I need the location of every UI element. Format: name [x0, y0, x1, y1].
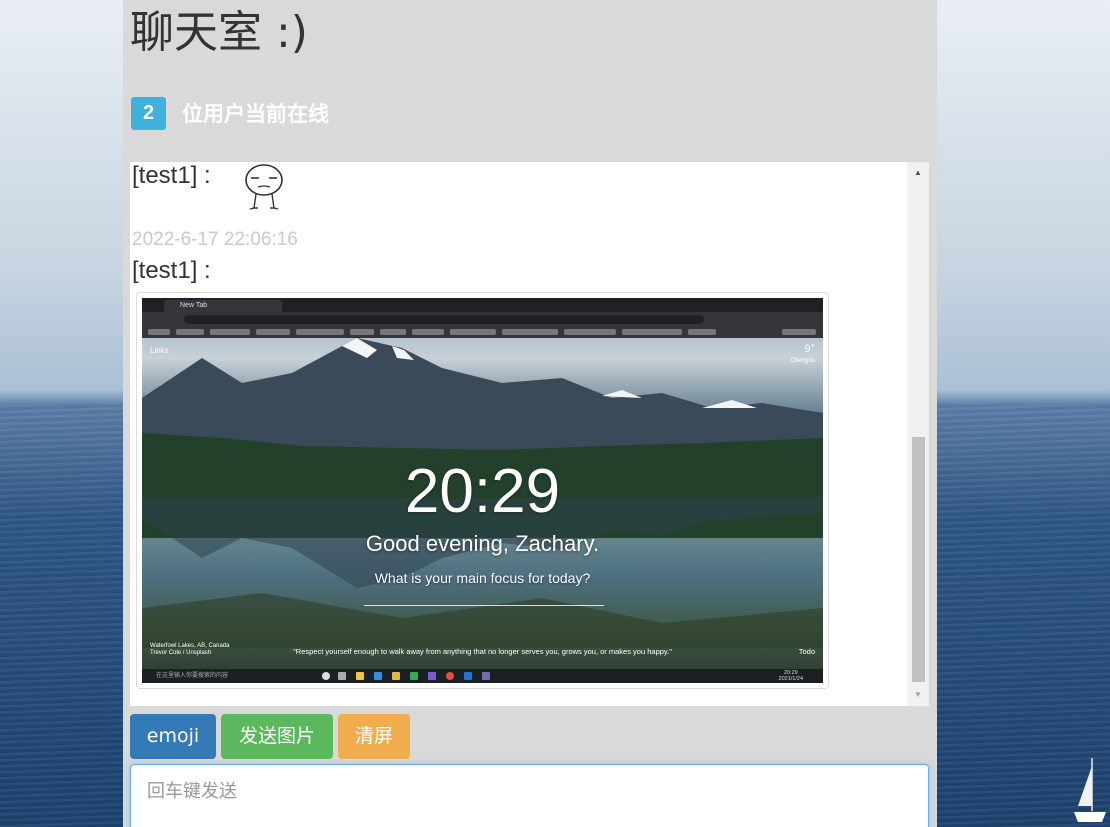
image-attachment[interactable]: New Tab Links 9° Chengdu 20:29 Good even… [136, 292, 829, 689]
face-emoji-icon [245, 164, 283, 210]
screenshot-image: New Tab Links 9° Chengdu 20:29 Good even… [142, 298, 823, 683]
message-username: [test1] : [132, 257, 211, 284]
taskbar-clock: 20:29 2021/1/24 [779, 670, 803, 682]
send-image-button[interactable]: 发送图片 [221, 714, 333, 759]
taskbar-search: 在这里输入你要搜索的内容 [156, 673, 229, 679]
browser-bookmarks-bar [142, 326, 823, 338]
chat-panel: 聊天室 :) 2 位用户当前在线 [test1] : 2022-6-17 22:… [123, 0, 937, 827]
weather-temp: 9° [804, 343, 815, 355]
online-count-label: 位用户当前在线 [182, 102, 329, 126]
weather-widget: 9° Chengdu [791, 343, 815, 367]
tray-date: 2021/1/24 [778, 676, 803, 682]
boat-decoration [1074, 758, 1106, 822]
toolbar: emoji 发送图片 清屏 [130, 714, 410, 759]
messages-viewport: [test1] : 2022-6-17 22:06:16 [test1] : N… [130, 162, 906, 706]
links-label: Links [150, 346, 169, 355]
browser-address-bar [142, 312, 823, 326]
browser-tabbar: New Tab [142, 298, 823, 312]
online-count-badge: 2 [131, 96, 166, 130]
clear-screen-button[interactable]: 清屏 [338, 714, 410, 759]
page-title: 聊天室 :) [130, 7, 308, 58]
scroll-down-arrow-icon[interactable]: ▼ [907, 684, 929, 706]
message-input[interactable]: 回车键发送 [130, 764, 929, 827]
emoji-button[interactable]: emoji [130, 714, 216, 759]
message-list[interactable]: [test1] : 2022-6-17 22:06:16 [test1] : N… [130, 162, 929, 706]
scrollbar-thumb[interactable] [912, 437, 925, 682]
message-input-placeholder: 回车键发送 [147, 781, 237, 802]
browser-tab: New Tab [164, 300, 282, 312]
clock-display: 20:29 [404, 457, 561, 526]
scroll-up-arrow-icon[interactable]: ▲ [907, 162, 929, 184]
focus-input-line [364, 605, 604, 606]
greeting-text: Good evening, Zachary. [365, 531, 600, 556]
address-field [184, 315, 704, 324]
quote-text: "Respect yourself enough to walk away fr… [293, 647, 672, 656]
message-username: [test1] : [132, 162, 211, 189]
focus-prompt: What is your main focus for today? [374, 570, 591, 586]
weather-city: Chengdu [790, 358, 815, 364]
message-timestamp: 2022-6-17 22:06:16 [132, 229, 298, 250]
online-status: 2 位用户当前在线 [131, 95, 329, 131]
windows-taskbar: 在这里输入你要搜索的内容 20:29 2021/1/24 [142, 669, 823, 683]
scrollbar[interactable]: ▲ ▼ [907, 162, 929, 706]
todo-label: Todo [798, 647, 815, 656]
